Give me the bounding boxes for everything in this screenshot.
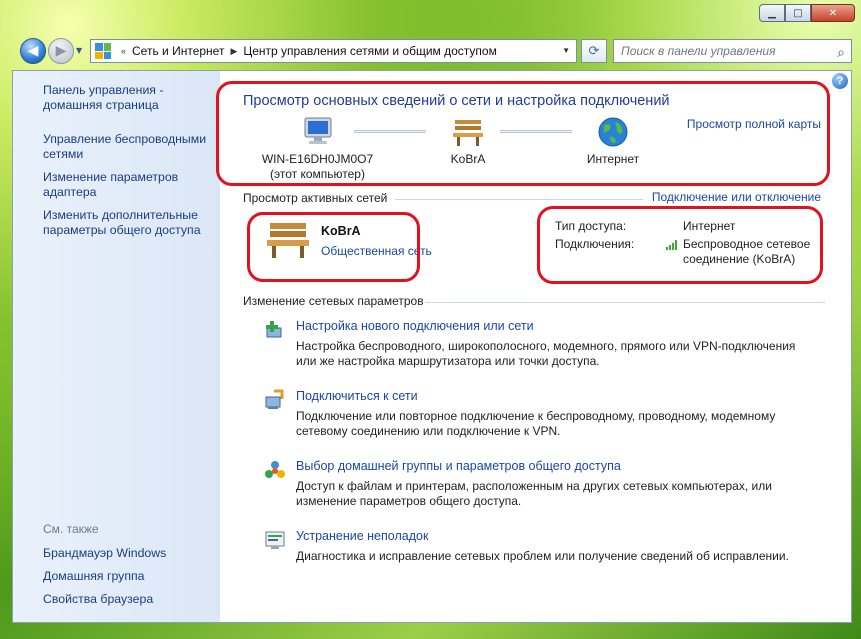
connect-disconnect-link[interactable]: Подключение или отключение — [652, 190, 821, 204]
minimize-button[interactable]: ▁ — [759, 4, 785, 22]
sidebar-link-wireless[interactable]: Управление беспроводными сетями — [43, 132, 213, 162]
task-connect-link[interactable]: Подключиться к сети — [296, 389, 418, 403]
task-new-connection-link[interactable]: Настройка нового подключения или сети — [296, 319, 534, 333]
breadcrumb-item-network-center[interactable]: Центр управления сетями и общим доступом — [243, 44, 497, 58]
search-icon[interactable]: ⌕ — [837, 41, 845, 63]
breadcrumb-chevron-icon[interactable]: ▶ — [230, 46, 237, 57]
task-troubleshoot-desc: Диагностика и исправление сетевых пробле… — [296, 549, 789, 563]
forward-button[interactable]: ▶ — [48, 38, 74, 64]
connect-network-icon — [265, 389, 284, 409]
see-also-heading: См. также — [43, 522, 99, 536]
search-input[interactable]: Поиск в панели управления ⌕ — [613, 39, 852, 63]
control-panel-window: ▁ □ ✕ ◀ ▶ ▼ « Сеть и Интернет ▶ Центр уп… — [6, 0, 861, 631]
troubleshoot-icon — [265, 531, 285, 549]
task-troubleshoot-link[interactable]: Устранение неполадок — [296, 529, 428, 543]
sidebar-link-browser[interactable]: Свойства браузера — [43, 592, 153, 607]
task-homegroup-desc: Доступ к файлам и принтерам, расположенн… — [296, 479, 772, 508]
recent-pages-dropdown-icon[interactable]: ▼ — [76, 46, 82, 55]
task-new-connection-desc: Настройка беспроводного, широкополосного… — [296, 339, 796, 368]
sidebar-link-firewall[interactable]: Брандмауэр Windows — [43, 546, 166, 561]
help-icon[interactable]: ? — [832, 73, 848, 89]
annotation-ring-network-map — [216, 81, 830, 186]
maximize-button[interactable]: □ — [785, 4, 811, 22]
sidebar-link-homegroup[interactable]: Домашняя группа — [43, 569, 144, 584]
sidebar: Панель управления - домашняя страница Уп… — [13, 71, 220, 622]
address-dropdown-icon[interactable]: ▼ — [562, 46, 570, 55]
close-button[interactable]: ✕ — [811, 4, 855, 22]
search-placeholder: Поиск в панели управления — [621, 44, 776, 58]
change-settings-heading: Изменение сетевых параметров — [243, 294, 424, 308]
control-panel-icon — [95, 43, 111, 59]
sidebar-link-cp-home[interactable]: Панель управления - домашняя страница — [43, 83, 193, 113]
breadcrumb-separator-icon[interactable]: « — [121, 46, 126, 56]
new-connection-icon — [266, 321, 282, 338]
breadcrumb-item-network[interactable]: Сеть и Интернет — [132, 44, 224, 58]
refresh-button[interactable]: ⟳ — [581, 39, 607, 63]
caption-buttons: ▁ □ ✕ — [759, 4, 855, 22]
sidebar-link-adapter[interactable]: Изменение параметров адаптера — [43, 170, 193, 200]
sidebar-link-sharing[interactable]: Изменить дополнительные параметры общего… — [43, 208, 213, 238]
active-networks-heading: Просмотр активных сетей — [243, 191, 388, 205]
task-connect-desc: Подключение или повторное подключение к … — [296, 409, 776, 438]
task-homegroup-link[interactable]: Выбор домашней группы и параметров общег… — [296, 459, 621, 473]
annotation-ring-access-info — [537, 206, 823, 284]
address-bar[interactable]: « Сеть и Интернет ▶ Центр управления сет… — [90, 39, 577, 63]
divider — [395, 199, 643, 200]
navigation-bar: ◀ ▶ ▼ « Сеть и Интернет ▶ Центр управлен… — [12, 36, 852, 66]
homegroup-icon — [265, 461, 285, 478]
annotation-ring-active-network — [247, 212, 420, 282]
divider — [425, 302, 825, 303]
back-button[interactable]: ◀ — [20, 38, 46, 64]
